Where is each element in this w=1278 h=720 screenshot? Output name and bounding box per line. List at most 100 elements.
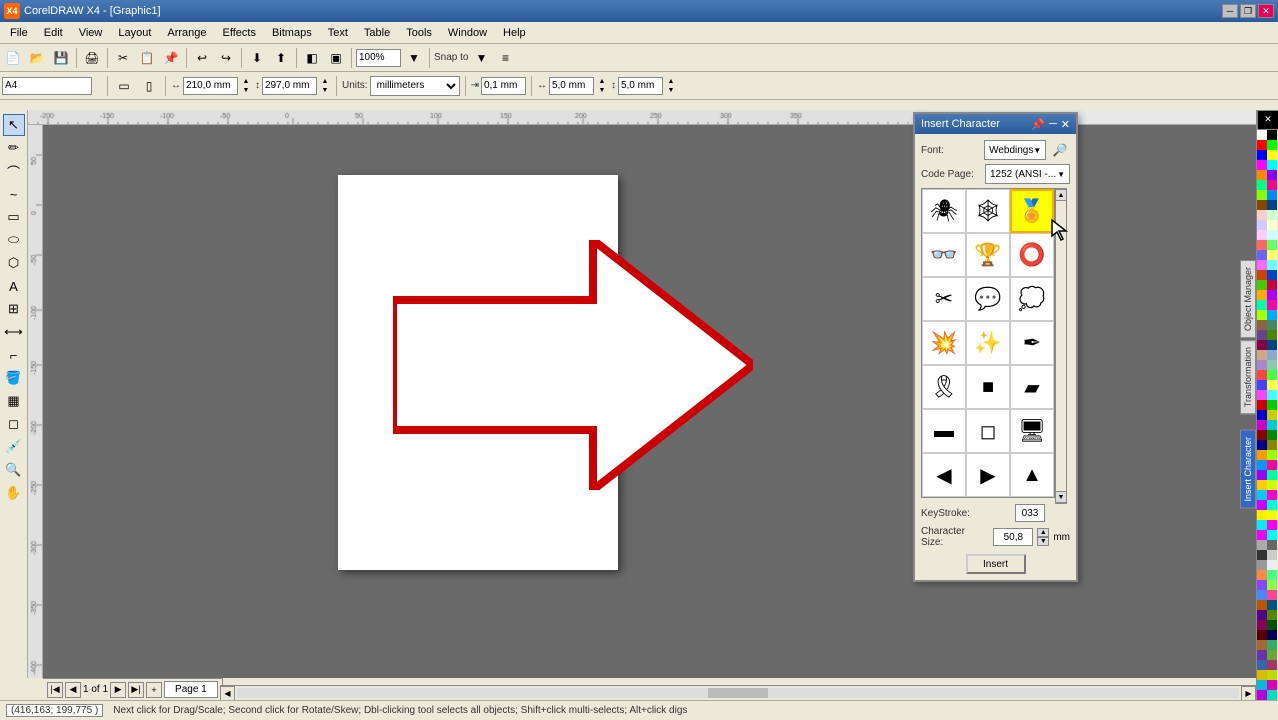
color-swatch[interactable]	[1267, 190, 1277, 200]
color-swatch[interactable]	[1257, 150, 1267, 160]
color-swatch[interactable]	[1257, 420, 1267, 430]
color-swatch[interactable]	[1257, 240, 1267, 250]
color-swatch[interactable]	[1257, 520, 1267, 530]
color-swatch[interactable]	[1267, 250, 1277, 260]
menu-view[interactable]: View	[71, 25, 111, 41]
color-swatch[interactable]	[1257, 630, 1267, 640]
color-swatch[interactable]	[1267, 440, 1277, 450]
height-down-btn[interactable]: ▼	[319, 86, 331, 95]
menu-bitmaps[interactable]: Bitmaps	[264, 25, 320, 41]
color-swatch[interactable]	[1257, 380, 1267, 390]
color-swatch[interactable]	[1267, 240, 1277, 250]
v-up-btn[interactable]: ▲	[665, 77, 677, 86]
undo2-button[interactable]: ↪	[215, 47, 237, 69]
text-tool[interactable]: A	[3, 275, 25, 297]
nudge-input[interactable]: 0,1 mm	[481, 77, 526, 95]
object-manager-tab[interactable]: Object Manager	[1240, 260, 1256, 338]
color-swatch[interactable]	[1267, 280, 1277, 290]
color-swatch[interactable]	[1257, 540, 1267, 550]
h-up-btn[interactable]: ▲	[596, 77, 608, 86]
color-swatch[interactable]	[1267, 350, 1277, 360]
color-swatch[interactable]	[1267, 560, 1277, 570]
color-swatch[interactable]	[1267, 260, 1277, 270]
color-swatch[interactable]	[1267, 620, 1277, 630]
color-swatch[interactable]	[1257, 580, 1267, 590]
outline-tool[interactable]: ◻	[3, 413, 25, 435]
color-swatch[interactable]	[1267, 470, 1277, 480]
menu-window[interactable]: Window	[440, 25, 495, 41]
height-up-btn[interactable]: ▲	[319, 77, 331, 86]
color-swatch[interactable]	[1267, 480, 1277, 490]
color-swatch[interactable]	[1257, 660, 1267, 670]
color-swatch[interactable]	[1267, 410, 1277, 420]
hscroll-thumb[interactable]	[708, 688, 768, 698]
last-page-btn[interactable]: ▶|	[128, 682, 144, 698]
v-spacing-input[interactable]: 5,0 mm	[618, 77, 663, 95]
char-cell-diag[interactable]: ▰	[1010, 365, 1054, 409]
color-swatch[interactable]	[1267, 310, 1277, 320]
smart-fill-tool[interactable]: ▦	[3, 390, 25, 412]
next-page-btn[interactable]: ▶	[110, 682, 126, 698]
color-swatch[interactable]	[1267, 220, 1277, 230]
import-button[interactable]: ⬇	[246, 47, 268, 69]
v-down-btn[interactable]: ▼	[665, 86, 677, 95]
connector-tool[interactable]: ⌐	[3, 344, 25, 366]
color-swatch[interactable]	[1257, 160, 1267, 170]
insert-character-tab[interactable]: Insert Character	[1240, 430, 1256, 509]
color-swatch[interactable]	[1257, 170, 1267, 180]
color-swatch[interactable]	[1267, 660, 1277, 670]
color-swatch[interactable]	[1257, 450, 1267, 460]
char-cell-medal[interactable]: 🏅	[1010, 189, 1054, 233]
color-swatch[interactable]	[1267, 670, 1277, 680]
color-swatch[interactable]	[1257, 230, 1267, 240]
pan-tool[interactable]: ✋	[3, 482, 25, 504]
color-swatch[interactable]	[1257, 460, 1267, 470]
char-size-down-btn[interactable]: ▼	[1037, 537, 1049, 546]
color-swatch[interactable]	[1267, 150, 1277, 160]
color-swatch[interactable]	[1257, 400, 1267, 410]
color-swatch[interactable]	[1267, 360, 1277, 370]
keystroke-input[interactable]: 033	[1015, 504, 1045, 522]
menu-layout[interactable]: Layout	[110, 25, 159, 41]
add-page-btn[interactable]: +	[146, 682, 162, 698]
color-swatch[interactable]	[1257, 280, 1267, 290]
eyedropper-tool[interactable]: 💉	[3, 436, 25, 458]
menu-effects[interactable]: Effects	[215, 25, 264, 41]
grid-scroll-up-btn[interactable]: ▲	[1055, 189, 1067, 201]
cut-button[interactable]: ✂	[112, 47, 134, 69]
color-swatch[interactable]	[1267, 550, 1277, 560]
font-browse-btn[interactable]: 🔎	[1050, 140, 1070, 160]
color-swatch[interactable]	[1267, 540, 1277, 550]
color-swatch[interactable]	[1257, 670, 1267, 680]
color-swatch[interactable]	[1257, 140, 1267, 150]
no-color-btn[interactable]: ✕	[1257, 110, 1278, 130]
menu-edit[interactable]: Edit	[36, 25, 71, 41]
char-cell-speech[interactable]: 💬	[966, 277, 1010, 321]
dimension-tool[interactable]: ⟷	[3, 321, 25, 343]
bezier-tool[interactable]: ⌒	[3, 160, 25, 182]
color-swatch[interactable]	[1257, 310, 1267, 320]
color-swatch[interactable]	[1257, 270, 1267, 280]
color-swatch[interactable]	[1267, 140, 1277, 150]
open-button[interactable]: 📂	[26, 47, 48, 69]
color-swatch[interactable]	[1257, 370, 1267, 380]
char-cell-blacksq[interactable]: ■	[966, 365, 1010, 409]
color-swatch[interactable]	[1257, 190, 1267, 200]
rectangle-tool[interactable]: ▭	[3, 206, 25, 228]
color-swatch[interactable]	[1257, 650, 1267, 660]
color-swatch[interactable]	[1267, 270, 1277, 280]
char-cell-sparkle[interactable]: ✨	[966, 321, 1010, 365]
snap-dropdown-btn[interactable]: ▼	[470, 47, 492, 69]
color-swatch[interactable]	[1267, 510, 1277, 520]
char-cell-spider[interactable]: 🕷	[922, 189, 966, 233]
color-swatch[interactable]	[1267, 390, 1277, 400]
char-cell-dash[interactable]: ▬	[922, 409, 966, 453]
color-swatch[interactable]	[1257, 600, 1267, 610]
print-button[interactable]: 🖨	[81, 47, 103, 69]
zoom-input[interactable]: 100%	[356, 49, 401, 67]
char-cell-pen[interactable]: ✒	[1010, 321, 1054, 365]
width-input[interactable]: 210,0 mm	[183, 77, 238, 95]
color-swatch[interactable]	[1267, 340, 1277, 350]
char-cell-right[interactable]: ▶	[966, 453, 1010, 497]
color-swatch[interactable]	[1257, 330, 1267, 340]
